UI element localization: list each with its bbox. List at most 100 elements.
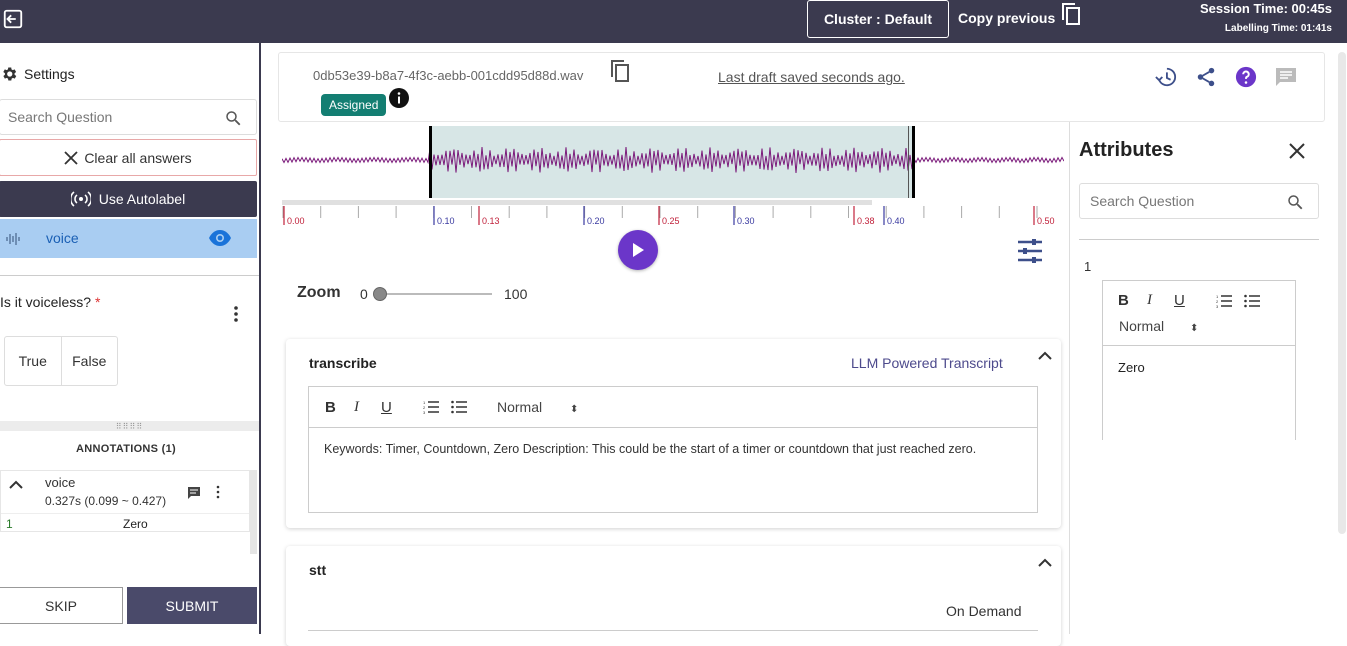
- underline-button[interactable]: U: [381, 399, 392, 416]
- exit-icon[interactable]: [2, 8, 24, 30]
- tune-icon[interactable]: [1016, 238, 1044, 264]
- llm-transcript-link[interactable]: LLM Powered Transcript: [851, 355, 1003, 371]
- zoom-slider-thumb[interactable]: [373, 287, 387, 301]
- history-icon[interactable]: [1155, 66, 1177, 88]
- tick-label: 0.38: [857, 216, 875, 226]
- region-handle-left[interactable]: [429, 126, 432, 198]
- close-icon[interactable]: [1288, 142, 1306, 160]
- comment-icon[interactable]: [187, 486, 201, 500]
- more-vert-icon[interactable]: [213, 485, 223, 499]
- bold-button[interactable]: B: [1118, 292, 1129, 309]
- playhead: [908, 126, 909, 198]
- on-demand-link[interactable]: On Demand: [946, 603, 1021, 619]
- search-icon: [1288, 195, 1303, 210]
- attribute-text[interactable]: Zero: [1118, 360, 1145, 375]
- timeline-scrollbar[interactable]: [282, 200, 872, 205]
- file-name: 0db53e39-b8a7-4f3c-aebb-001cdd95d88d.wav: [313, 68, 584, 83]
- transcript-text[interactable]: Keywords: Timer, Countdown, Zero Descrip…: [324, 442, 976, 456]
- editor-border: [308, 630, 1038, 631]
- annotation-item[interactable]: voice 0.327s (0.099 ~ 0.427) 1 Zero: [0, 470, 250, 532]
- search-input[interactable]: Search Question: [1079, 183, 1319, 219]
- tick-label: 0.40: [887, 216, 905, 226]
- clear-all-answers-button[interactable]: Clear all answers: [0, 139, 257, 176]
- settings-label: Settings: [24, 66, 75, 82]
- italic-button[interactable]: I: [1147, 292, 1152, 309]
- search-placeholder: Search Question: [8, 109, 113, 125]
- rich-text-editor[interactable]: B I U 1 2 3 Normal ⬍ Keywords: Timer, Co…: [308, 386, 1038, 513]
- attributes-panel: Attributes Search Question 1 B I U 1 2 3: [1069, 122, 1335, 634]
- chevron-up-icon[interactable]: [1038, 558, 1052, 568]
- sidebar-item-voice[interactable]: voice: [0, 219, 257, 258]
- annotation-name: voice: [45, 475, 76, 490]
- broadcast-icon: [70, 191, 91, 207]
- submit-button[interactable]: SUBMIT: [127, 587, 257, 624]
- info-icon[interactable]: [389, 88, 409, 108]
- chevron-up-icon[interactable]: [9, 480, 23, 490]
- clear-all-label: Clear all answers: [84, 149, 192, 166]
- tick-label: 0.13: [482, 216, 500, 226]
- chevron-up-icon[interactable]: [1038, 351, 1052, 361]
- annotation-row-index: 1: [6, 517, 13, 531]
- format-value: Normal: [497, 399, 543, 415]
- sidebar-item-label: voice: [46, 230, 79, 246]
- copy-previous-button[interactable]: Copy previous: [958, 10, 1055, 26]
- labelling-time: Labelling Time: 01:41s: [1224, 23, 1332, 34]
- copy-icon[interactable]: [1060, 2, 1082, 26]
- svg-text:3: 3: [423, 410, 426, 414]
- skip-button[interactable]: SKIP: [0, 587, 123, 624]
- option-true[interactable]: True: [5, 337, 62, 385]
- editor-toolbar: B I U 1 2 3 Normal ⬍: [309, 387, 1037, 428]
- page-scrollbar[interactable]: [1338, 52, 1346, 534]
- editor-toolbar: B I U 1 2 3 Normal ⬍: [1103, 281, 1295, 346]
- left-sidebar: Settings Search Question Clear all answe…: [0, 43, 261, 634]
- session-time: Session Time: 00:45s: [1200, 1, 1332, 16]
- annotation-duration: 0.327s (0.099 ~ 0.427): [45, 494, 167, 508]
- question-text: Is it voiceless?: [0, 294, 92, 310]
- transcribe-card: transcribe LLM Powered Transcript B I U …: [286, 339, 1061, 528]
- more-vert-icon[interactable]: [228, 305, 244, 323]
- search-input[interactable]: Search Question: [0, 99, 257, 135]
- zoom-label: Zoom: [297, 284, 341, 301]
- rich-text-editor[interactable]: B I U 1 2 3 Normal ⬍ Zero: [1102, 280, 1296, 440]
- timeline-axis: 0.00 0.10 0.13 0.20 0.25 0.30 0.38 0.40 0.50: [282, 200, 1055, 226]
- region-handle-right[interactable]: [912, 126, 915, 198]
- svg-text:3: 3: [1216, 304, 1219, 308]
- resize-handle[interactable]: ⠿⠿⠿⠿: [0, 421, 259, 431]
- required-mark: *: [94, 294, 101, 310]
- italic-button[interactable]: I: [354, 399, 359, 416]
- waveform-icon: [6, 233, 20, 245]
- format-value: Normal: [1119, 318, 1165, 334]
- ordered-list-icon[interactable]: 1 2 3: [1216, 294, 1232, 308]
- bullet-list-icon[interactable]: [1244, 294, 1260, 308]
- eye-icon[interactable]: [208, 229, 232, 247]
- bold-button[interactable]: B: [325, 399, 336, 416]
- option-false[interactable]: False: [62, 337, 118, 385]
- format-select[interactable]: Normal ⬍: [1119, 318, 1198, 334]
- cluster-button[interactable]: Cluster : Default: [807, 0, 949, 38]
- help-icon[interactable]: [1235, 66, 1257, 88]
- bullet-list-icon[interactable]: [451, 400, 467, 414]
- scrollbar[interactable]: [250, 470, 257, 554]
- waveform[interactable]: [282, 126, 1064, 201]
- true-false-toggle: True False: [4, 336, 118, 386]
- copy-icon[interactable]: [609, 59, 631, 83]
- settings-link[interactable]: Settings: [0, 65, 75, 83]
- major-ticks: 0.00 0.10 0.13 0.20 0.25 0.30 0.38 0.40 0.50: [283, 206, 1055, 226]
- comment-icon[interactable]: [1275, 67, 1297, 87]
- underline-button[interactable]: U: [1174, 292, 1185, 309]
- ordered-list-icon[interactable]: 1 2 3: [423, 400, 439, 414]
- format-select[interactable]: Normal ⬍: [497, 399, 578, 415]
- card-title: transcribe: [309, 355, 377, 371]
- play-icon: [633, 243, 644, 257]
- draft-status-link[interactable]: Last draft saved seconds ago.: [718, 69, 905, 85]
- share-icon[interactable]: [1195, 66, 1217, 88]
- zoom-slider-track[interactable]: [378, 293, 492, 295]
- annotations-header: ANNOTATIONS (1): [75, 443, 177, 455]
- top-bar: Cluster : Default Copy previous Session …: [0, 0, 1347, 43]
- gear-icon: [3, 67, 17, 81]
- card-title: stt: [309, 562, 327, 578]
- attributes-title: Attributes: [1079, 139, 1174, 161]
- play-button[interactable]: [618, 230, 658, 270]
- zoom-min: 0: [360, 286, 368, 302]
- use-autolabel-button[interactable]: Use Autolabel: [0, 181, 257, 217]
